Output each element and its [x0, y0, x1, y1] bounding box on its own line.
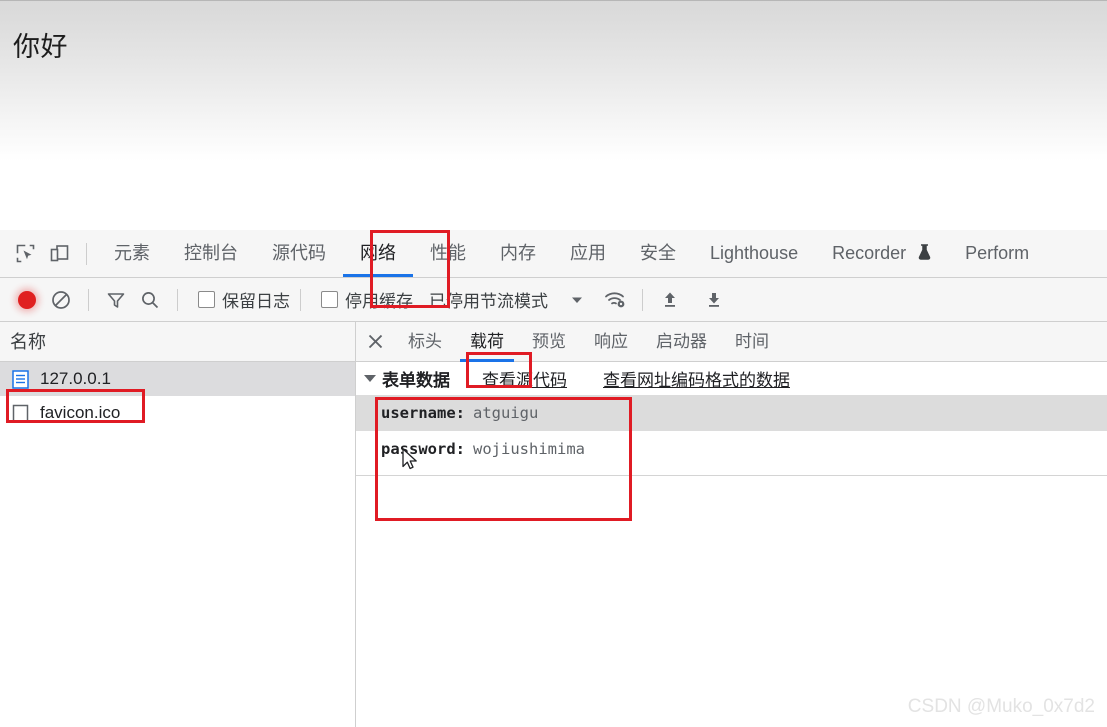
- list-item[interactable]: favicon.ico: [0, 396, 355, 430]
- list-item[interactable]: 127.0.0.1: [0, 362, 355, 396]
- subtab-initiator-label: 启动器: [656, 331, 707, 351]
- form-field-username[interactable]: username: atguigu: [356, 395, 1107, 431]
- record-button[interactable]: [10, 283, 44, 317]
- wifi-settings-icon[interactable]: [598, 283, 632, 317]
- preserve-log-checkbox[interactable]: 保留日志: [198, 287, 290, 312]
- flask-icon: [918, 231, 931, 277]
- disable-cache-checkbox[interactable]: 停用缓存: [321, 287, 413, 312]
- tab-performance-label: 性能: [430, 243, 466, 263]
- close-icon[interactable]: [356, 322, 394, 362]
- page-heading: 你好: [13, 32, 68, 62]
- tab-elements[interactable]: 元素: [97, 230, 167, 277]
- subtab-initiator[interactable]: 启动器: [642, 322, 721, 362]
- tab-lighthouse-label: Lighthouse: [710, 243, 799, 263]
- form-field-key: password:: [381, 440, 465, 458]
- tab-application-label: 应用: [570, 243, 606, 263]
- caret-down-icon[interactable]: [364, 375, 376, 382]
- tab-elements-label: 元素: [114, 243, 150, 263]
- tab-lighthouse[interactable]: Lighthouse: [693, 230, 815, 277]
- subtab-payload-label: 载荷: [470, 331, 504, 351]
- view-source-link[interactable]: 查看源代码: [482, 366, 567, 391]
- subtab-headers-label: 标头: [408, 331, 442, 351]
- payload-divider: [356, 475, 1107, 476]
- tab-recorder[interactable]: Recorder: [815, 230, 948, 277]
- device-toolbar-icon[interactable]: [42, 237, 76, 271]
- devtools-tabstrip: 元素 控制台 源代码 网络 性能 内存 应用 安全 Lighthouse Rec…: [0, 230, 1107, 278]
- form-field-value: wojiushimima: [473, 440, 585, 458]
- request-list: 名称 127.0.0.1 favicon.ico: [0, 322, 356, 727]
- tab-sources[interactable]: 源代码: [255, 230, 343, 277]
- subtab-preview-label: 预览: [532, 331, 566, 351]
- list-item-label: favicon.ico: [40, 403, 121, 422]
- throttling-status[interactable]: 已停用节流模式: [429, 287, 548, 312]
- form-field-password[interactable]: password: wojiushimima: [356, 431, 1107, 467]
- view-urlencoded-link[interactable]: 查看网址编码格式的数据: [603, 366, 790, 391]
- request-detail-tabstrip: 标头 载荷 预览 响应 启动器 时间: [356, 322, 1107, 362]
- subtab-timing-label: 时间: [735, 331, 769, 351]
- devtools-panel: 元素 控制台 源代码 网络 性能 内存 应用 安全 Lighthouse Rec…: [0, 230, 1107, 727]
- tab-performance[interactable]: 性能: [413, 230, 483, 277]
- tab-performance-insights[interactable]: Perform: [948, 230, 1046, 277]
- toolbar-separator: [642, 288, 643, 311]
- tab-memory[interactable]: 内存: [483, 230, 553, 277]
- tab-application[interactable]: 应用: [553, 230, 623, 277]
- form-field-value: atguigu: [473, 404, 539, 422]
- toolbar-separator: [300, 288, 301, 311]
- checkbox-box-icon: [321, 291, 338, 308]
- toolbar-separator: [86, 242, 87, 265]
- upload-icon[interactable]: [653, 283, 687, 317]
- tab-memory-label: 内存: [500, 243, 536, 263]
- tab-security-label: 安全: [640, 243, 676, 263]
- file-icon: [12, 404, 29, 423]
- subtab-preview[interactable]: 预览: [518, 322, 580, 362]
- form-data-title: 表单数据: [382, 371, 450, 390]
- record-dot-icon: [18, 290, 36, 309]
- clear-button[interactable]: [44, 283, 78, 317]
- network-body: 名称 127.0.0.1 favicon.ico 标头 载荷 预览 响应 启动器…: [0, 322, 1107, 727]
- form-data-header: 表单数据 查看源代码 查看网址编码格式的数据: [356, 362, 1107, 395]
- chevron-down-icon[interactable]: [560, 283, 594, 317]
- payload-section: 表单数据 查看源代码 查看网址编码格式的数据 username: atguigu…: [356, 362, 1107, 476]
- subtab-response-label: 响应: [594, 331, 628, 351]
- inspect-element-icon[interactable]: [8, 237, 42, 271]
- tab-sources-label: 源代码: [272, 243, 326, 263]
- download-icon[interactable]: [697, 283, 731, 317]
- disable-cache-label: 停用缓存: [345, 292, 413, 311]
- toolbar-separator: [88, 288, 89, 311]
- subtab-response[interactable]: 响应: [580, 322, 642, 362]
- tab-network[interactable]: 网络: [343, 230, 413, 277]
- form-field-key: username:: [381, 404, 465, 422]
- network-toolbar: 保留日志 停用缓存 已停用节流模式: [0, 278, 1107, 322]
- tab-network-label: 网络: [360, 243, 396, 263]
- filter-button[interactable]: [99, 283, 133, 317]
- checkbox-box-icon: [198, 291, 215, 308]
- watermark: CSDN @Muko_0x7d2: [907, 696, 1095, 717]
- subtab-headers[interactable]: 标头: [394, 322, 456, 362]
- tab-console[interactable]: 控制台: [167, 230, 255, 277]
- subtab-payload[interactable]: 载荷: [456, 322, 518, 362]
- document-icon: [12, 369, 29, 389]
- search-button[interactable]: [133, 283, 167, 317]
- subtab-timing[interactable]: 时间: [721, 322, 783, 362]
- tab-performance-insights-label: Perform: [965, 243, 1030, 263]
- toolbar-separator: [177, 288, 178, 311]
- request-list-header: 名称: [0, 322, 355, 362]
- preserve-log-label: 保留日志: [222, 292, 290, 311]
- tab-recorder-label: Recorder: [832, 243, 907, 263]
- list-item-label: 127.0.0.1: [40, 369, 111, 388]
- web-page-viewport: 你好: [0, 0, 1107, 230]
- request-detail-panel: 标头 载荷 预览 响应 启动器 时间 表单数据 查看源代码 查看网址编码格式的数…: [356, 322, 1107, 727]
- tab-security[interactable]: 安全: [623, 230, 693, 277]
- tab-console-label: 控制台: [184, 243, 238, 263]
